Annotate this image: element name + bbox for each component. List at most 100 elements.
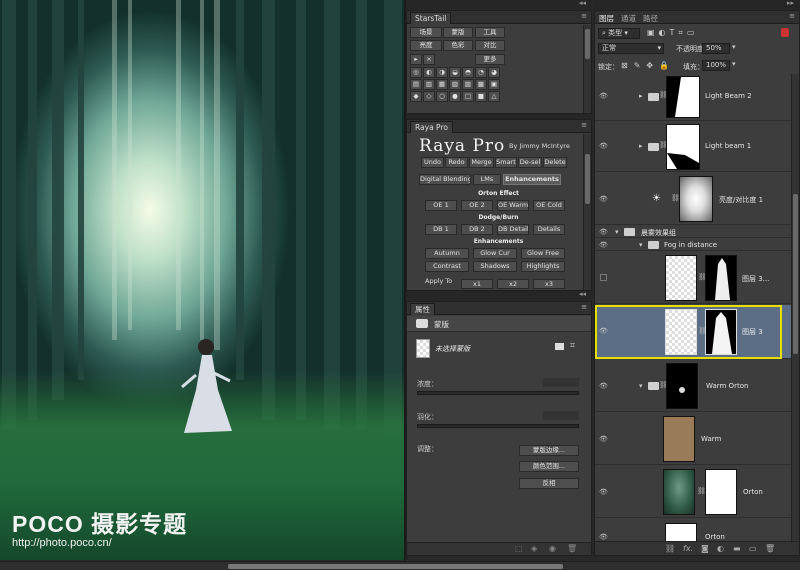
tab-channels[interactable]: 通道 bbox=[621, 13, 636, 24]
delete-layer-icon[interactable]: 🗑 bbox=[765, 544, 775, 553]
visibility-eye-icon[interactable]: 👁 bbox=[599, 533, 609, 541]
autumn-button[interactable]: Autumn bbox=[425, 248, 469, 259]
collapse-arrow-icon[interactable]: ▾ bbox=[615, 228, 619, 236]
invert-button[interactable]: 反相 bbox=[519, 478, 579, 489]
panel-menu-icon[interactable]: ≡ bbox=[581, 12, 587, 20]
opacity-arrow-icon[interactable]: ▾ bbox=[732, 43, 736, 51]
contrast-button[interactable]: Contrast bbox=[425, 261, 469, 272]
collapse-icon[interactable]: ◂◂ bbox=[579, 0, 586, 7]
feather-slider[interactable] bbox=[417, 424, 579, 428]
layer-row[interactable]: 👁 ⛓ Orton bbox=[595, 466, 793, 518]
stars-tool-icon[interactable]: ▦ bbox=[436, 79, 448, 90]
stars-tool-icon[interactable]: ▤ bbox=[410, 79, 422, 90]
opacity-input[interactable]: 50% bbox=[702, 43, 730, 54]
link-layers-icon[interactable]: ⛓ bbox=[665, 544, 675, 553]
layer-thumbnail[interactable] bbox=[665, 309, 697, 355]
stars-tool-icon[interactable]: ◔ bbox=[475, 67, 487, 78]
scrollbar-thumb[interactable] bbox=[793, 194, 798, 354]
collapse-arrow-icon[interactable]: ▾ bbox=[639, 382, 643, 390]
layer-row[interactable]: 👁 ▾ ⛓ Warm Orton bbox=[595, 360, 793, 412]
mask-thumbnail[interactable] bbox=[416, 339, 430, 358]
raya-undo-button[interactable]: Undo bbox=[421, 157, 444, 168]
layer-row[interactable]: 👁 ▸ ⛓ Light Beam 2 bbox=[595, 74, 793, 121]
stars-close-icon[interactable]: × bbox=[423, 54, 435, 65]
fx-icon[interactable]: fx. bbox=[683, 544, 693, 553]
stars-tool-icon[interactable]: ▨ bbox=[462, 79, 474, 90]
panel-menu-icon[interactable]: ≡ bbox=[581, 121, 587, 129]
filter-icons[interactable]: ▣◐T⌗▭ bbox=[647, 28, 699, 38]
visibility-eye-icon[interactable]: 👁 bbox=[599, 92, 609, 100]
layer-mask-thumbnail[interactable] bbox=[679, 176, 713, 222]
mask-edge-button[interactable]: 蒙版边缘... bbox=[519, 445, 579, 456]
layer-name[interactable]: 图层 3... bbox=[742, 274, 769, 284]
raya-redo-button[interactable]: Redo bbox=[445, 157, 468, 168]
adjustment-layer-icon[interactable]: ◐ bbox=[717, 544, 724, 553]
layer-row[interactable]: 👁 ☀ ⛓ 亮度/对比度 1 bbox=[595, 173, 793, 225]
density-slider[interactable] bbox=[417, 391, 579, 395]
layer-thumbnail[interactable] bbox=[665, 255, 697, 301]
details-button[interactable]: Details bbox=[533, 224, 565, 235]
stars-tool-icon[interactable]: ◎ bbox=[410, 67, 422, 78]
stars-play-icon[interactable]: ▸ bbox=[410, 54, 422, 65]
layer-name[interactable]: Warm bbox=[701, 435, 721, 443]
visibility-eye-icon[interactable]: 👁 bbox=[599, 327, 609, 335]
horizontal-scrollbar[interactable] bbox=[0, 561, 800, 570]
filter-toggle-icon[interactable] bbox=[781, 28, 789, 37]
db-details-button[interactable]: DB Details bbox=[497, 224, 529, 235]
lock-icons[interactable]: ⊠✎✥🔒 bbox=[621, 61, 675, 70]
panel-menu-icon[interactable]: ≡ bbox=[789, 12, 795, 20]
pixel-mask-icon[interactable] bbox=[555, 343, 564, 350]
feather-input[interactable] bbox=[543, 411, 579, 420]
new-group-icon[interactable]: ▬ bbox=[733, 544, 741, 553]
properties-tab[interactable]: 属性 bbox=[410, 303, 435, 315]
delete-icon[interactable]: 🗑 bbox=[567, 544, 577, 553]
layer-mask-thumbnail[interactable] bbox=[705, 309, 737, 355]
collapse-icon[interactable]: ▸▸ bbox=[787, 0, 794, 7]
layers-scrollbar[interactable] bbox=[791, 74, 799, 541]
glow-cur-button[interactable]: Glow Cur bbox=[473, 248, 517, 259]
fill-input[interactable]: 100% bbox=[702, 60, 730, 71]
vector-mask-icon[interactable]: ⌗ bbox=[570, 341, 575, 351]
raya-smart-button[interactable]: Smart bbox=[495, 157, 517, 168]
db2-button[interactable]: DB 2 bbox=[461, 224, 493, 235]
stars-tool-icon[interactable]: ▧ bbox=[449, 79, 461, 90]
density-input[interactable] bbox=[543, 378, 579, 387]
tab-layers[interactable]: 图层 bbox=[599, 13, 614, 24]
layer-name[interactable]: Orton bbox=[705, 533, 725, 541]
layer-name[interactable]: Fog in distance bbox=[664, 241, 717, 249]
raya-tab[interactable]: Raya Pro bbox=[410, 121, 453, 133]
layer-filter-select[interactable]: ⌕ 类型 ▾ bbox=[598, 28, 640, 39]
load-selection-icon[interactable]: ⬚ bbox=[515, 544, 523, 553]
stars-tool-icon[interactable]: ◒ bbox=[449, 67, 461, 78]
toggle-mask-icon[interactable]: ◉ bbox=[549, 544, 556, 553]
stars-tool-icon[interactable]: ◆ bbox=[410, 91, 422, 102]
panel-menu-icon[interactable]: ≡ bbox=[581, 303, 587, 311]
add-mask-icon[interactable]: ◙ bbox=[701, 544, 709, 553]
expand-arrow-icon[interactable]: ▸ bbox=[639, 92, 643, 100]
layer-group-row[interactable]: 👁 ▾ 晨雾效果组 bbox=[595, 226, 793, 238]
stars-tool-icon[interactable]: △ bbox=[488, 91, 500, 102]
layer-name[interactable]: Light Beam 2 bbox=[705, 92, 752, 100]
layer-row[interactable]: 👁 ▸ ⛓ Light beam 1 bbox=[595, 122, 793, 172]
fill-arrow-icon[interactable]: ▾ bbox=[732, 60, 736, 68]
raya-tab-lms[interactable]: LMs bbox=[473, 174, 501, 185]
stars-tool-icon[interactable]: □ bbox=[462, 91, 474, 102]
stars-btn-more[interactable]: 更多 bbox=[475, 54, 505, 65]
blend-mode-select[interactable]: 正常 ▾ bbox=[598, 43, 664, 54]
scrollbar-thumb[interactable] bbox=[228, 564, 563, 569]
layer-name[interactable]: Orton bbox=[743, 488, 763, 496]
layer-row[interactable]: 👁 Orton bbox=[595, 519, 793, 541]
stars-btn-scene[interactable]: 场景 bbox=[410, 27, 442, 38]
layer-mask-thumbnail[interactable] bbox=[666, 363, 698, 409]
stars-tool-icon[interactable]: ■ bbox=[475, 91, 487, 102]
layer-thumbnail[interactable] bbox=[663, 469, 695, 515]
stars-btn-tools[interactable]: 工具 bbox=[475, 27, 505, 38]
stars-scrollbar[interactable] bbox=[583, 25, 591, 113]
visibility-eye-icon[interactable]: 👁 bbox=[599, 241, 609, 249]
oe-warm-button[interactable]: OE Warm bbox=[497, 200, 529, 211]
starstail-tab[interactable]: StarsTail bbox=[410, 12, 452, 24]
layer-color-thumbnail[interactable] bbox=[663, 416, 695, 462]
visibility-eye-icon[interactable]: 👁 bbox=[599, 142, 609, 150]
scrollbar-thumb[interactable] bbox=[585, 154, 590, 204]
raya-delete-button[interactable]: Delete bbox=[543, 157, 567, 168]
